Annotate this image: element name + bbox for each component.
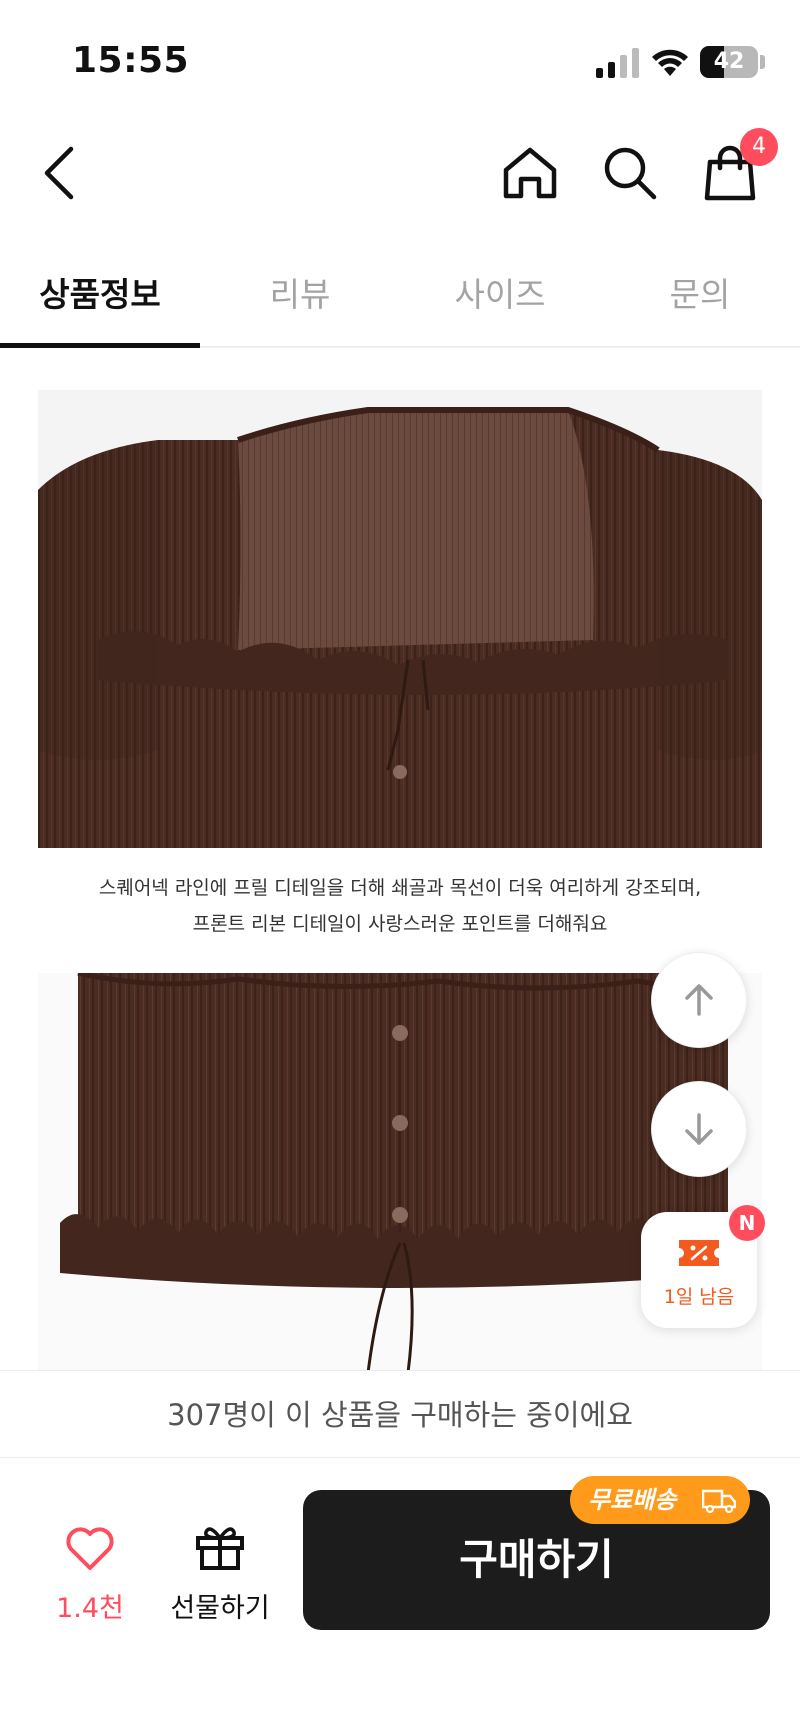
arrow-down-icon [685, 1113, 713, 1145]
coupon-remaining-label: 1일 남음 [663, 1286, 735, 1308]
wifi-icon [652, 49, 688, 76]
like-count: 1.4천 [56, 1593, 124, 1624]
product-image-neckline [38, 390, 762, 848]
battery-tip [760, 55, 765, 69]
like-button[interactable]: 1.4천 [40, 1518, 140, 1628]
heart-icon [66, 1527, 114, 1570]
chevron-left-icon [44, 146, 74, 200]
tab-inquiry[interactable]: 문의 [600, 240, 800, 346]
product-tabs: 상품정보 리뷰 사이즈 문의 [0, 240, 800, 348]
cellular-signal-icon [596, 48, 639, 78]
blouse-top-illustration [38, 390, 762, 848]
product-description-line-1: 스퀘어넥 라인에 프릴 디테일을 더해 쇄골과 목선이 더욱 여리하게 강조되며… [98, 877, 702, 899]
gift-label: 선물하기 [170, 1593, 270, 1624]
battery-level: 42 [713, 49, 745, 74]
tab-size[interactable]: 사이즈 [400, 240, 600, 346]
scroll-bottom-button[interactable] [651, 1081, 747, 1177]
tab-reviews[interactable]: 리뷰 [200, 240, 400, 346]
purchasing-now-banner: 307명이 이 상품을 구매하는 중이에요 [0, 1370, 800, 1458]
tab-product-info[interactable]: 상품정보 [0, 240, 200, 348]
search-button[interactable] [595, 138, 665, 208]
search-icon [604, 147, 657, 200]
product-description: 스퀘어넥 라인에 프릴 디테일을 더해 쇄골과 목선이 더욱 여리하게 강조되며… [40, 870, 760, 942]
status-time: 15:55 [72, 40, 190, 81]
truck-icon [702, 1489, 736, 1514]
battery-icon: 42 [700, 46, 758, 78]
cart-count-badge: 4 [740, 128, 778, 166]
product-description-line-2: 프론트 리본 디테일이 사랑스러운 포인트를 더해줘요 [192, 913, 608, 935]
gift-icon [196, 1527, 244, 1570]
scroll-top-button[interactable] [651, 952, 747, 1048]
coupon-icon [679, 1240, 719, 1266]
home-button[interactable] [495, 138, 565, 208]
bottom-action-bar: 1.4천 선물하기 구매하기 무료배송 [0, 1458, 800, 1733]
arrow-up-icon [685, 984, 713, 1016]
status-bar: 15:55 42 [0, 0, 800, 120]
home-icon [503, 147, 557, 199]
new-badge: N [729, 1205, 765, 1241]
gift-button[interactable]: 선물하기 [160, 1518, 280, 1628]
free-shipping-label: 무료배송 [588, 1486, 677, 1514]
top-navigation [0, 120, 800, 230]
free-shipping-badge: 무료배송 [570, 1476, 750, 1524]
back-button[interactable] [24, 138, 94, 208]
